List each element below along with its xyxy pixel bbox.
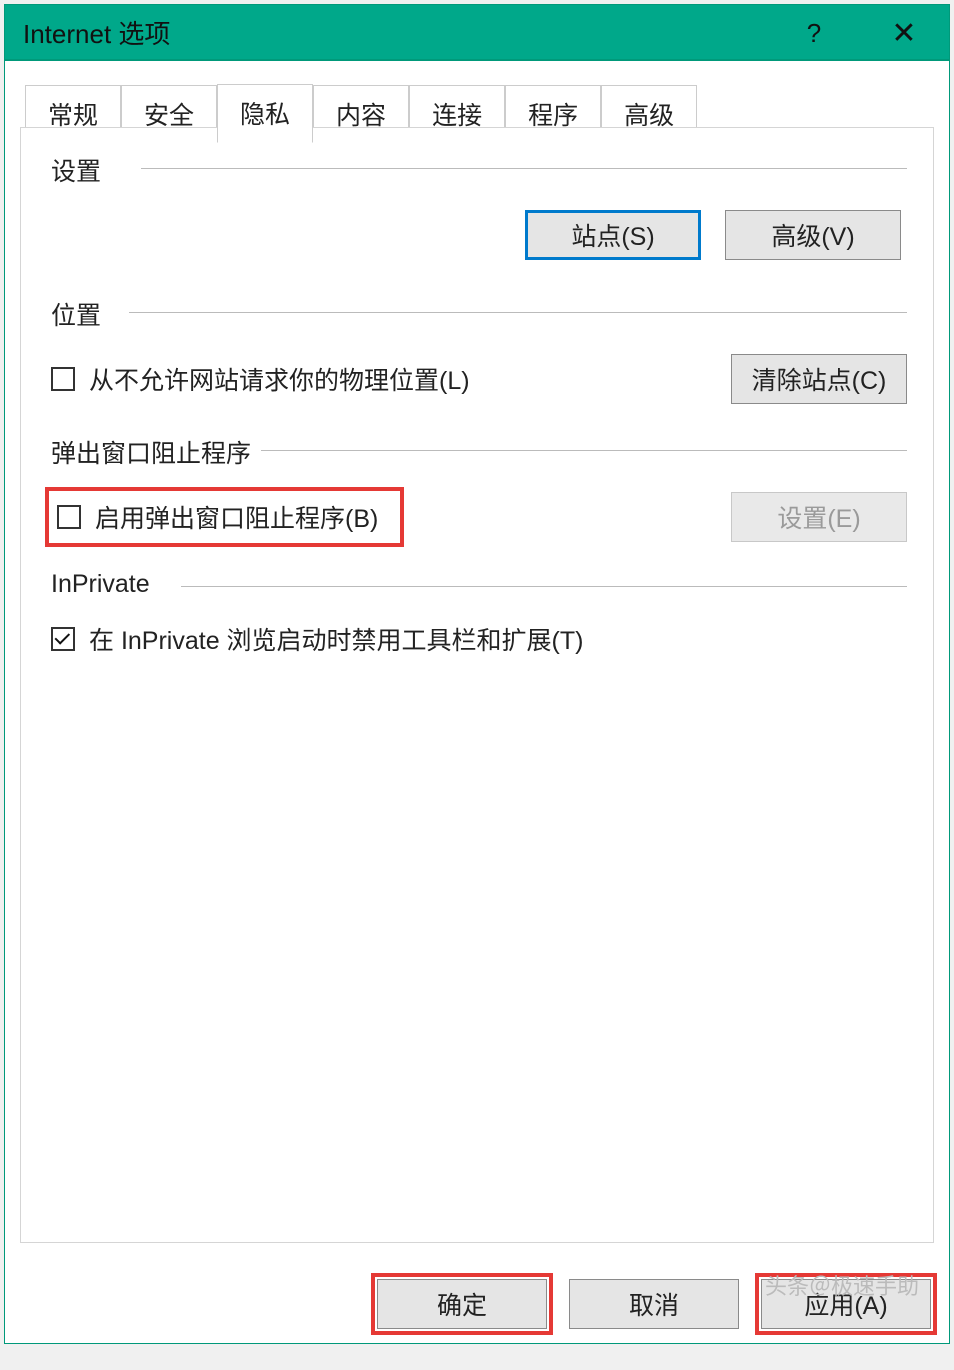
clear-sites-button[interactable]: 清除站点(C) xyxy=(731,354,907,404)
window-title: Internet 选项 xyxy=(23,14,170,51)
tab-privacy[interactable]: 隐私 xyxy=(217,84,313,143)
settings-button-row: 站点(S) 高级(V) xyxy=(51,210,907,260)
location-checkbox-label: 从不允许网站请求你的物理位置(L) xyxy=(89,361,470,397)
checkbox-icon xyxy=(51,367,75,391)
popup-checkbox[interactable]: 启用弹出窗口阻止程序(B) xyxy=(51,493,398,541)
popup-label: 弹出窗口阻止程序 xyxy=(51,434,261,470)
checkbox-icon xyxy=(57,505,81,529)
close-button[interactable]: ✕ xyxy=(874,5,934,61)
help-button[interactable]: ? xyxy=(784,5,844,61)
location-label: 位置 xyxy=(51,296,111,332)
titlebar: Internet 选项 ? ✕ xyxy=(5,5,949,61)
divider xyxy=(181,586,907,587)
section-settings: 设置 xyxy=(51,152,907,188)
inprivate-checkbox[interactable]: 在 InPrivate 浏览启动时禁用工具栏和扩展(T) xyxy=(51,621,907,657)
ok-button[interactable]: 确定 xyxy=(377,1279,547,1329)
settings-label: 设置 xyxy=(51,152,111,188)
tab-body: 设置 站点(S) 高级(V) 位置 从不允许网站请求你的物理位置(L) 清除站点… xyxy=(20,127,934,1243)
location-checkbox[interactable]: 从不允许网站请求你的物理位置(L) xyxy=(51,361,470,397)
apply-button[interactable]: 应用(A) xyxy=(761,1279,931,1329)
section-location: 位置 xyxy=(51,296,907,332)
checkbox-icon xyxy=(51,627,75,651)
inprivate-checkbox-label: 在 InPrivate 浏览启动时禁用工具栏和扩展(T) xyxy=(89,621,583,657)
divider xyxy=(129,312,907,313)
section-inprivate: InPrivate xyxy=(51,570,907,599)
divider xyxy=(261,450,907,451)
popup-row: 启用弹出窗口阻止程序(B) 设置(E) xyxy=(51,492,907,542)
section-popup: 弹出窗口阻止程序 xyxy=(51,434,907,470)
popup-checkbox-label: 启用弹出窗口阻止程序(B) xyxy=(95,499,378,535)
inprivate-label: InPrivate xyxy=(51,570,160,599)
cancel-button[interactable]: 取消 xyxy=(569,1279,739,1329)
window: Internet 选项 ? ✕ 常规 安全 隐私 内容 连接 程序 高级 设置 … xyxy=(4,4,950,1344)
divider xyxy=(141,168,907,169)
dialog-buttons: 确定 取消 应用(A) xyxy=(377,1279,931,1329)
sites-button[interactable]: 站点(S) xyxy=(525,210,701,260)
popup-settings-button: 设置(E) xyxy=(731,492,907,542)
check-icon xyxy=(55,629,71,645)
location-row: 从不允许网站请求你的物理位置(L) 清除站点(C) xyxy=(51,354,907,404)
advanced-button[interactable]: 高级(V) xyxy=(725,210,901,260)
